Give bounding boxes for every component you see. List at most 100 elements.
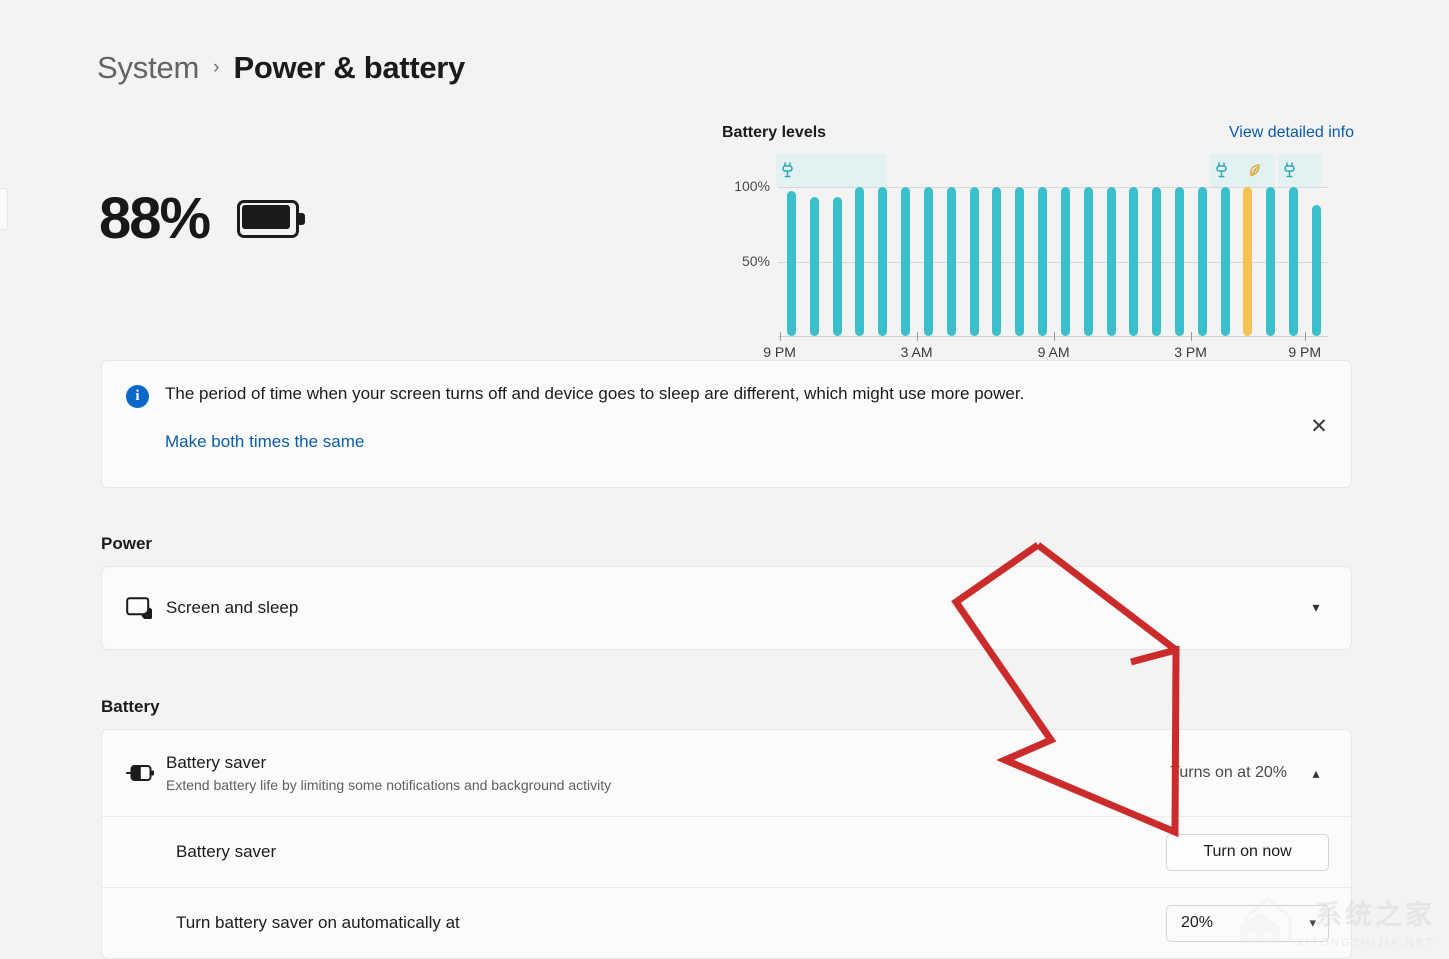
chart-bar bbox=[1266, 187, 1276, 336]
chart-bar-slot bbox=[803, 187, 826, 336]
x-tick-mark bbox=[1190, 332, 1192, 341]
chart-bar bbox=[992, 187, 1002, 336]
plug-icon bbox=[1284, 162, 1295, 178]
breadcrumb-parent-system[interactable]: System bbox=[97, 50, 199, 86]
chart-bar-slot bbox=[1305, 187, 1328, 336]
view-detailed-info-link[interactable]: View detailed info bbox=[1229, 124, 1354, 142]
x-tick-mark bbox=[916, 332, 918, 341]
chart-bar-slot bbox=[1191, 187, 1214, 336]
chart-header: Battery levels View detailed info bbox=[722, 124, 1354, 142]
chart-bars bbox=[780, 187, 1328, 336]
chart-bar-slot bbox=[1168, 187, 1191, 336]
chart-bar-slot bbox=[894, 187, 917, 336]
chart-bar bbox=[969, 187, 979, 336]
row-battery-saver-toggle: Battery saver Turn on now bbox=[102, 816, 1351, 887]
battery-full-icon bbox=[237, 200, 307, 238]
battery-card: Battery saver Extend battery life by lim… bbox=[101, 729, 1352, 959]
section-heading-battery: Battery bbox=[101, 697, 160, 716]
auto-threshold-combobox[interactable]: 20% ▾ bbox=[1166, 904, 1329, 942]
x-tick-label: 9 AM bbox=[1037, 344, 1070, 360]
row-title-battery-saver: Battery saver bbox=[166, 753, 267, 772]
chart-bar-slot bbox=[1214, 187, 1237, 336]
chart-bar bbox=[1038, 187, 1048, 336]
chart-bar bbox=[946, 187, 956, 336]
x-tick-label: 3 AM bbox=[900, 344, 933, 360]
battery-saver-threshold-value: Turns on at 20% bbox=[1170, 764, 1287, 781]
chart-bar bbox=[809, 197, 819, 336]
chart-bar bbox=[1289, 187, 1299, 336]
row-battery-saver[interactable]: Battery saver Extend battery life by lim… bbox=[102, 730, 1351, 816]
turn-on-now-button[interactable]: Turn on now bbox=[1166, 833, 1329, 871]
make-both-times-the-same-link[interactable]: Make both times the same bbox=[165, 432, 364, 452]
row-title-screen-and-sleep: Screen and sleep bbox=[166, 597, 299, 617]
chart-bar bbox=[1015, 187, 1025, 336]
auto-threshold-value: 20% bbox=[1181, 914, 1214, 931]
plug-icon bbox=[782, 162, 793, 178]
chart-bar-slot bbox=[1145, 187, 1168, 336]
chevron-down-icon: ▾ bbox=[1309, 915, 1316, 930]
chart-bar bbox=[1152, 187, 1162, 336]
row-right: Turns on at 20% ▴ bbox=[1170, 764, 1329, 782]
battery-status: 88% bbox=[99, 190, 307, 248]
chart-bar bbox=[1129, 187, 1139, 336]
chart-bar bbox=[855, 187, 865, 336]
chart-bar-slot bbox=[1031, 187, 1054, 336]
chart-band-plugged-in bbox=[775, 154, 887, 187]
chart-bar bbox=[1197, 187, 1207, 336]
chart-bar-slot bbox=[1237, 187, 1260, 336]
left-edge-scroll-stub[interactable] bbox=[0, 188, 8, 230]
row-body: Battery saver Extend battery life by lim… bbox=[166, 753, 1170, 793]
row-body: Turn battery saver on automatically at bbox=[176, 913, 1166, 933]
battery-percent-label: 88% bbox=[99, 186, 211, 251]
chart-bar-slot bbox=[940, 187, 963, 336]
chart-bar bbox=[1060, 187, 1070, 336]
plug-icon bbox=[1215, 162, 1227, 178]
chart-bar-slot bbox=[871, 187, 894, 336]
row-right: 20% ▾ bbox=[1166, 904, 1329, 942]
close-icon[interactable]: ✕ bbox=[1301, 408, 1337, 444]
chart-bar bbox=[1174, 187, 1184, 336]
chart-bar-slot bbox=[1282, 187, 1305, 336]
chart-bar-slot bbox=[1054, 187, 1077, 336]
chart-bar-slot bbox=[963, 187, 986, 336]
chart-plot-area: 100% 50% 9 PM 3 AM 9 AM 3 PM 9 PM bbox=[722, 154, 1354, 360]
chart-bar-slot bbox=[1100, 187, 1123, 336]
chart-bar bbox=[1243, 187, 1253, 336]
leaf-icon bbox=[1249, 164, 1260, 177]
breadcrumb: System › Power & battery bbox=[97, 50, 465, 86]
row-title-battery-saver-sub: Battery saver bbox=[176, 842, 277, 861]
x-tick-mark bbox=[1304, 332, 1306, 341]
row-right: Turn on now bbox=[1166, 833, 1329, 871]
row-screen-and-sleep[interactable]: Screen and sleep ▾ bbox=[102, 567, 1351, 648]
battery-levels-chart: Battery levels View detailed info 100% 50… bbox=[722, 124, 1354, 360]
x-tick-label: 3 PM bbox=[1174, 344, 1207, 360]
info-banner: i The period of time when your screen tu… bbox=[101, 360, 1352, 488]
y-tick-label: 50% bbox=[741, 252, 770, 269]
page-title: Power & battery bbox=[233, 50, 465, 85]
info-banner-message: The period of time when your screen turn… bbox=[165, 384, 1025, 403]
chart-bar-slot bbox=[1077, 187, 1100, 336]
power-card: Screen and sleep ▾ bbox=[101, 566, 1352, 650]
chevron-up-icon[interactable]: ▴ bbox=[1303, 765, 1329, 782]
row-subtitle-battery-saver: Extend battery life by limiting some not… bbox=[166, 777, 612, 793]
battery-saver-icon bbox=[126, 763, 166, 783]
chart-bar-slot bbox=[1008, 187, 1031, 336]
chart-bar-slot bbox=[917, 187, 940, 336]
chart-bar bbox=[901, 187, 911, 336]
chart-bar bbox=[1311, 205, 1321, 336]
x-tick-mark bbox=[1053, 332, 1055, 341]
section-heading-power: Power bbox=[101, 534, 153, 553]
chart-bar-slot bbox=[826, 187, 849, 336]
chart-bar bbox=[832, 197, 842, 336]
chart-title: Battery levels bbox=[722, 124, 827, 141]
chart-bar-slot bbox=[780, 187, 803, 336]
breadcrumb-separator-icon: › bbox=[213, 57, 220, 78]
x-tick-mark bbox=[779, 332, 781, 341]
chart-bar bbox=[1083, 187, 1093, 336]
chart-bar-slot bbox=[848, 187, 871, 336]
chart-bar bbox=[1106, 187, 1116, 336]
x-tick-label: 9 PM bbox=[1288, 344, 1322, 360]
chart-bar bbox=[786, 191, 796, 336]
chevron-down-icon[interactable]: ▾ bbox=[1303, 599, 1329, 616]
row-auto-threshold: Turn battery saver on automatically at 2… bbox=[102, 887, 1351, 958]
